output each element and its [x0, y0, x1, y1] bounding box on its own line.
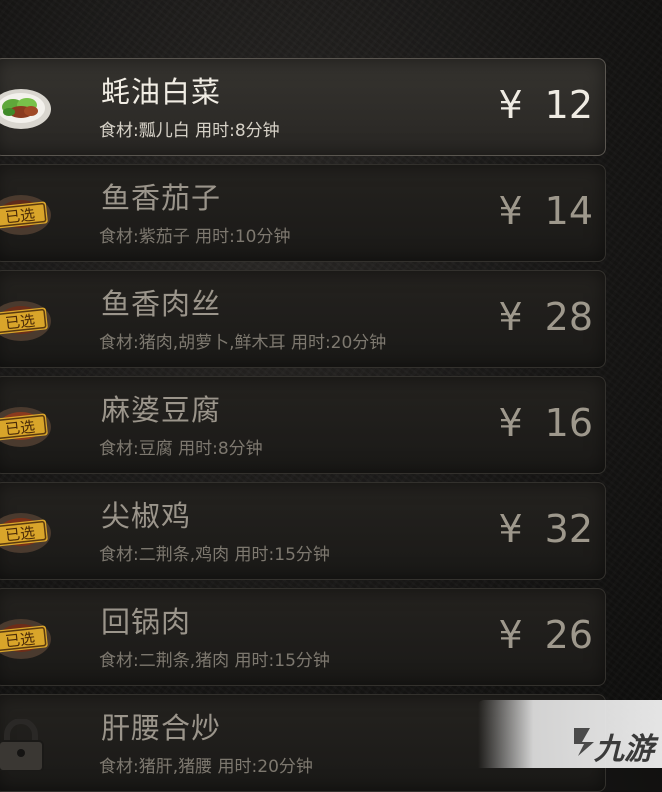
dish-price: ¥14	[498, 189, 593, 233]
currency-symbol: ¥	[498, 83, 523, 127]
dish-price: ¥26	[498, 613, 593, 657]
price-value: 14	[544, 189, 593, 233]
price-value: 12	[544, 83, 593, 127]
dish-row[interactable]: 已选 麻婆豆腐 食材:豆腐 用时:8分钟 ¥16	[0, 376, 606, 474]
watermark-text: 九游	[594, 732, 654, 767]
dish-row[interactable]: 已选 鱼香肉丝 食材:猪肉,胡萝卜,鲜木耳 用时:20分钟 ¥28	[0, 270, 606, 368]
selected-stamp-icon: 已选	[0, 301, 51, 341]
dish-name: 蚝油白菜	[101, 75, 222, 109]
dish-row[interactable]: 已选 鱼香茄子 食材:紫茄子 用时:10分钟 ¥14	[0, 164, 606, 262]
dish-name: 回锅肉	[101, 605, 192, 639]
dish-price: ¥28	[498, 295, 593, 339]
price-value: 16	[544, 401, 593, 445]
dish-row[interactable]: 已选 尖椒鸡 食材:二荆条,鸡肉 用时:15分钟 ¥32	[0, 482, 606, 580]
dish-meta: 食材:猪肝,猪腰 用时:20分钟	[99, 757, 313, 777]
currency-symbol: ¥	[498, 189, 523, 233]
selected-stamp-icon: 已选	[0, 407, 51, 447]
dish-name: 肝腰合炒	[101, 711, 222, 745]
watermark: 九游	[478, 700, 662, 768]
dish-price: ¥16	[498, 401, 593, 445]
dish-icon	[0, 89, 51, 129]
dish-meta: 食材:瓢儿白 用时:8分钟	[99, 121, 280, 141]
dish-price: ¥32	[498, 507, 593, 551]
dish-price: ¥12	[498, 83, 593, 127]
selected-stamp-text: 已选	[4, 206, 36, 227]
selected-stamp-text: 已选	[4, 524, 36, 545]
dish-meta: 食材:二荆条,鸡肉 用时:15分钟	[99, 545, 330, 565]
selected-stamp-icon: 已选	[0, 619, 51, 659]
dish-meta: 食材:紫茄子 用时:10分钟	[99, 227, 291, 247]
dish-name: 尖椒鸡	[101, 499, 192, 533]
dish-list: 蚝油白菜 食材:瓢儿白 用时:8分钟 ¥12 已选 鱼香茄子 食材:紫茄子 用时…	[0, 0, 662, 792]
price-value: 26	[544, 613, 593, 657]
currency-symbol: ¥	[498, 507, 523, 551]
dish-name: 鱼香肉丝	[101, 287, 222, 321]
dish-row[interactable]: 已选 回锅肉 食材:二荆条,猪肉 用时:15分钟 ¥26	[0, 588, 606, 686]
currency-symbol: ¥	[498, 613, 523, 657]
currency-symbol: ¥	[498, 401, 523, 445]
selected-stamp-icon: 已选	[0, 513, 51, 553]
dish-meta: 食材:猪肉,胡萝卜,鲜木耳 用时:20分钟	[99, 333, 387, 353]
selected-stamp-text: 已选	[4, 630, 36, 651]
price-value: 28	[544, 295, 593, 339]
dish-meta: 食材:二荆条,猪肉 用时:15分钟	[99, 651, 330, 671]
currency-symbol: ¥	[498, 295, 523, 339]
dish-name: 鱼香茄子	[101, 181, 222, 215]
selected-stamp-text: 已选	[4, 312, 36, 333]
selected-stamp-text: 已选	[4, 418, 36, 439]
selected-stamp-icon: 已选	[0, 195, 51, 235]
price-value: 32	[544, 507, 593, 551]
dish-row[interactable]: 蚝油白菜 食材:瓢儿白 用时:8分钟 ¥12	[0, 58, 606, 156]
lock-icon	[0, 719, 44, 771]
dish-meta: 食材:豆腐 用时:8分钟	[99, 439, 263, 459]
dish-name: 麻婆豆腐	[101, 393, 222, 427]
